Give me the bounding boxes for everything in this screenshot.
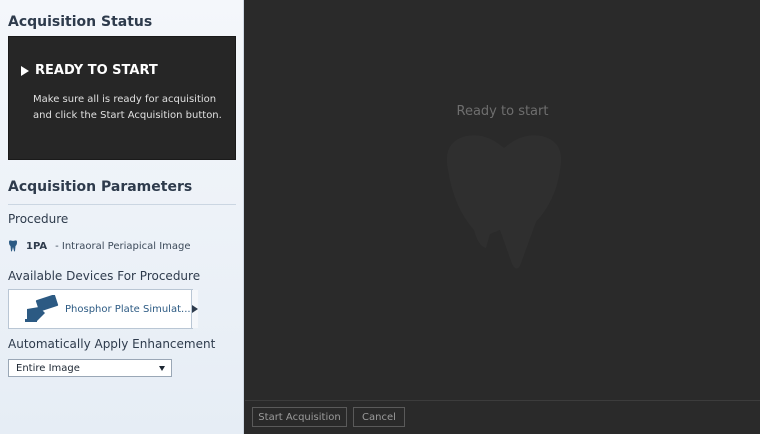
tooth-small-icon	[9, 240, 17, 252]
chevron-right-icon	[191, 305, 198, 313]
enhancement-select[interactable]: Entire Image	[8, 359, 172, 377]
cancel-button[interactable]: Cancel	[353, 407, 405, 427]
play-icon	[21, 65, 29, 76]
enhancement-label: Automatically Apply Enhancement	[8, 337, 216, 351]
device-select[interactable]: Phosphor Plate Simulat...	[9, 290, 191, 328]
devices-label: Available Devices For Procedure	[8, 269, 201, 283]
acquisition-status-title: Acquisition Status	[8, 14, 153, 30]
acquisition-parameters-title: Acquisition Parameters	[8, 179, 193, 195]
sidebar: Acquisition Status READY TO START Make s…	[0, 0, 244, 434]
device-card[interactable]: Phosphor Plate Simulat...	[8, 289, 198, 329]
enhancement-value: Entire Image	[16, 362, 80, 374]
status-message: Make sure all is ready for acquisition a…	[33, 94, 222, 121]
phosphor-plate-device-icon	[25, 295, 59, 322]
procedure-code: 1PA	[26, 240, 48, 252]
image-viewer: Ready to start	[245, 0, 760, 400]
viewer-message: Ready to start	[456, 104, 549, 119]
procedure-item[interactable]: 1PA - Intraoral Periapical Image	[8, 240, 191, 252]
start-acquisition-button[interactable]: Start Acquisition	[252, 407, 347, 427]
status-heading: READY TO START	[35, 63, 158, 78]
status-heading-row: READY TO START	[21, 63, 158, 78]
procedure-description: - Intraoral Periapical Image	[55, 240, 191, 252]
status-panel: READY TO START Make sure all is ready fo…	[8, 36, 236, 160]
procedure-label: Procedure	[8, 212, 69, 226]
chevron-down-icon	[159, 365, 165, 371]
footer-bar: Start Acquisition Cancel	[245, 400, 760, 434]
device-name: Phosphor Plate Simulat...	[65, 303, 191, 315]
device-expand-button[interactable]	[190, 290, 198, 328]
tooth-icon	[446, 135, 562, 269]
section-divider	[8, 204, 236, 205]
